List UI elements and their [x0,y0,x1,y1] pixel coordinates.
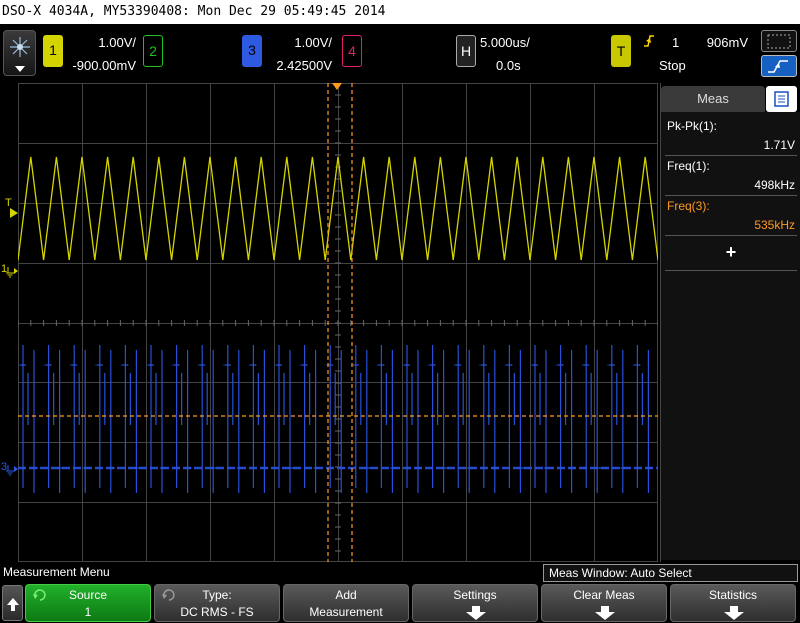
statistics-softkey[interactable]: Statistics [670,584,796,622]
menu-bar: Measurement Menu Meas Window: Auto Selec… [0,563,800,583]
ch1-button[interactable]: 1 [43,35,63,67]
acquisition-status: Stop [659,58,686,73]
back-button[interactable] [2,585,23,621]
measurement-value: 1.71V [763,138,795,152]
ch3-scale: 1.00V/ [294,35,332,50]
down-arrow-icon [466,606,486,620]
trigger-level: 906mV [706,35,748,50]
divider [665,195,797,196]
title-bar: DSO-X 4034A, MY53390408: Mon Dec 29 05:4… [0,0,800,24]
agilent-spark-icon [10,37,30,72]
delay: 0.0s [496,58,521,73]
softkey-label: Source [68,588,108,602]
meas-window-status: Meas Window: Auto Select [543,564,798,582]
softkey-label: Clear Meas [573,588,635,602]
settings-softkey[interactable]: Settings [412,584,538,622]
trigger-button[interactable]: T [611,35,631,67]
ch3-button[interactable]: 3 [242,35,262,67]
measurement-value: 498kHz [754,178,795,192]
ch1-ground-icon [6,267,18,278]
measurement-value: 535kHz [754,218,795,232]
ch3-offset: 2.42500V [276,58,332,73]
meas-list-tab[interactable] [766,86,797,112]
zoom-button[interactable] [761,30,797,52]
measurement-list: Pk-Pk(1): 1.71V Freq(1): 498kHz Freq(3):… [661,112,800,560]
clear-meas-softkey[interactable]: Clear Meas [541,584,667,622]
waveform-display[interactable] [18,83,658,562]
ch3-ground-icon [6,465,18,476]
measurement-label[interactable]: Freq(3): [667,199,710,213]
type-softkey[interactable]: Type: DC RMS - FS [154,584,280,622]
trigger-source: 1 [672,35,680,50]
add-measurement-button[interactable]: + [661,242,800,263]
softkey-label: Type: [202,588,232,602]
divider [665,235,797,236]
measurement-label[interactable]: Freq(1): [667,159,710,173]
softkey-value: Measurement [309,605,383,619]
edge-trigger-button[interactable] [761,55,797,77]
edge-trigger-icon [768,60,788,73]
channel-header [0,24,800,82]
ch1-scale: 1.00V/ [98,35,136,50]
menu-title: Measurement Menu [3,565,110,579]
rising-edge-icon [644,35,654,47]
softkey-bar: Source 1 Type: DC RMS - FS Add Measureme… [0,583,800,623]
measurement-label[interactable]: Pk-Pk(1): [667,119,717,133]
timebase: 5.000us/ [480,35,530,50]
softkey-value: 1 [84,605,92,619]
ch4-button[interactable]: 4 [342,35,362,67]
divider [665,270,797,271]
add-measurement-softkey[interactable]: Add Measurement [283,584,409,622]
main-menu-button[interactable] [3,30,36,76]
down-arrow-icon [595,606,615,620]
softkey-label: Add [335,588,357,602]
trigger-level-arrow-icon [10,208,18,218]
zoom-icon [767,34,791,49]
down-arrow-icon [724,606,744,620]
trigger-position-marker [332,83,342,90]
horizontal-button[interactable]: H [456,35,476,67]
ch2-button[interactable]: 2 [143,35,163,67]
up-arrow-icon [7,598,19,611]
softkey-value: DC RMS - FS [180,605,254,619]
measurement-panel: Meas Pk-Pk(1): 1.71V Freq(1): 498kHz Fre… [660,83,800,562]
softkey-label: Statistics [708,588,757,602]
ch1-offset: -900.00mV [72,58,136,73]
meas-tab[interactable]: Meas [661,86,765,112]
source-softkey[interactable]: Source 1 [25,584,151,622]
softkey-label: Settings [453,588,497,602]
divider [665,155,797,156]
list-icon [774,91,789,107]
